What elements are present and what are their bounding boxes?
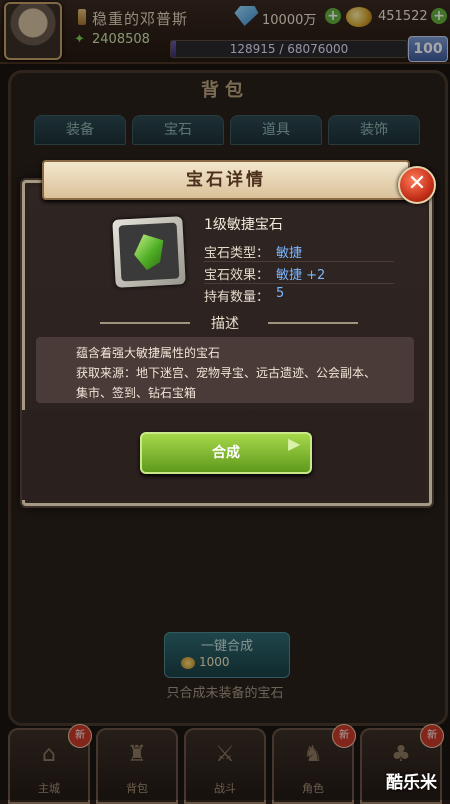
chevron-right-icon: ▶ <box>288 434 301 453</box>
gem-icon-frame <box>112 216 186 288</box>
divider <box>204 261 394 262</box>
watermark-logo: 酷乐米 <box>386 773 437 793</box>
dialog-title-banner: 宝石详情 <box>42 160 410 200</box>
gem-type-value: 敏捷 <box>276 246 303 261</box>
green-gem-icon <box>133 233 165 271</box>
gem-count-value: 5 <box>276 286 285 301</box>
description-header: 描述 <box>211 316 239 332</box>
description-line: 获取来源：地下迷宫、宠物寻宝、远古遗迹、公会副本、 <box>76 366 377 380</box>
gem-effect-label: 宝石效果： <box>204 268 270 283</box>
divider <box>204 283 394 284</box>
description-text: 蕴含着强大敏捷属性的宝石 获取来源：地下迷宫、宠物寻宝、远古遗迹、公会副本、 集… <box>76 343 396 403</box>
description-line: 蕴含着强大敏捷属性的宝石 <box>76 346 221 360</box>
gem-effect-value: 敏捷 +2 <box>276 268 326 283</box>
description-line: 集市、签到、钻石宝箱 <box>76 386 197 400</box>
gem-count-label: 持有数量： <box>204 290 270 305</box>
gem-name: 1级敏捷宝石 <box>204 217 283 233</box>
synthesize-button[interactable]: 合成 <box>140 432 312 474</box>
gem-icon-background <box>118 222 180 282</box>
dialog-title: 宝石详情 <box>186 170 266 190</box>
divider <box>268 322 358 324</box>
gem-type-label: 宝石类型： <box>204 246 270 261</box>
close-button[interactable]: ✕ <box>398 166 436 204</box>
close-icon: ✕ <box>407 171 427 196</box>
